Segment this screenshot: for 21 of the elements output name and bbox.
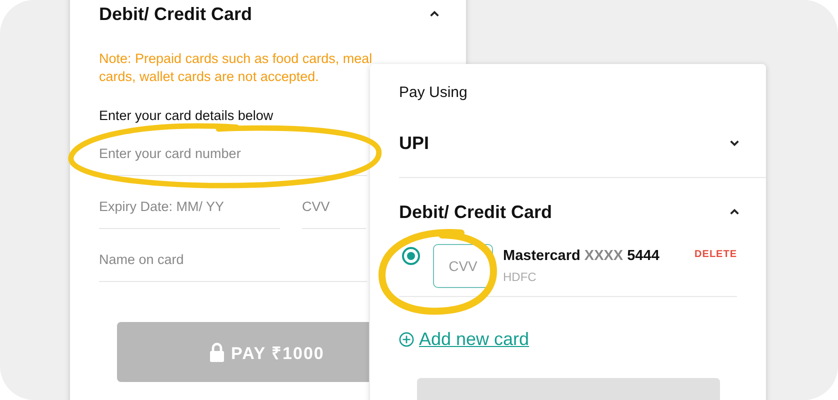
add-card-link[interactable]: Add new card — [419, 329, 530, 350]
chevron-down-icon[interactable] — [729, 139, 740, 147]
lock-icon — [209, 342, 225, 362]
chevron-up-icon[interactable] — [429, 10, 440, 18]
warning-note: Note: Prepaid cards such as food cards, meal cards, wallet cards are not accepted. — [99, 50, 374, 86]
input-field[interactable]: Name on card — [99, 237, 367, 282]
instruction-text: Enter your card details below — [99, 108, 274, 123]
delete-link[interactable]: DELETE — [694, 249, 737, 260]
input-field[interactable]: Enter your card number — [99, 131, 367, 176]
bank-name: HDFC — [503, 270, 538, 284]
card-label: Mastercard XXXX 5444 — [503, 248, 660, 264]
input-field[interactable]: Expiry Date: MM/ YY — [99, 184, 280, 229]
section-title: UPI — [399, 132, 430, 154]
section-title: Debit/ Credit Card — [399, 202, 552, 222]
cvv-field[interactable]: CVV — [433, 244, 493, 288]
input-field[interactable]: CVV — [302, 184, 366, 229]
chevron-up-icon[interactable] — [729, 208, 740, 216]
add-icon[interactable] — [399, 332, 414, 347]
radio-button[interactable] — [402, 247, 420, 265]
panel-heading: Pay Using — [399, 84, 468, 103]
section-title: Debit/ Credit Card — [99, 4, 252, 24]
